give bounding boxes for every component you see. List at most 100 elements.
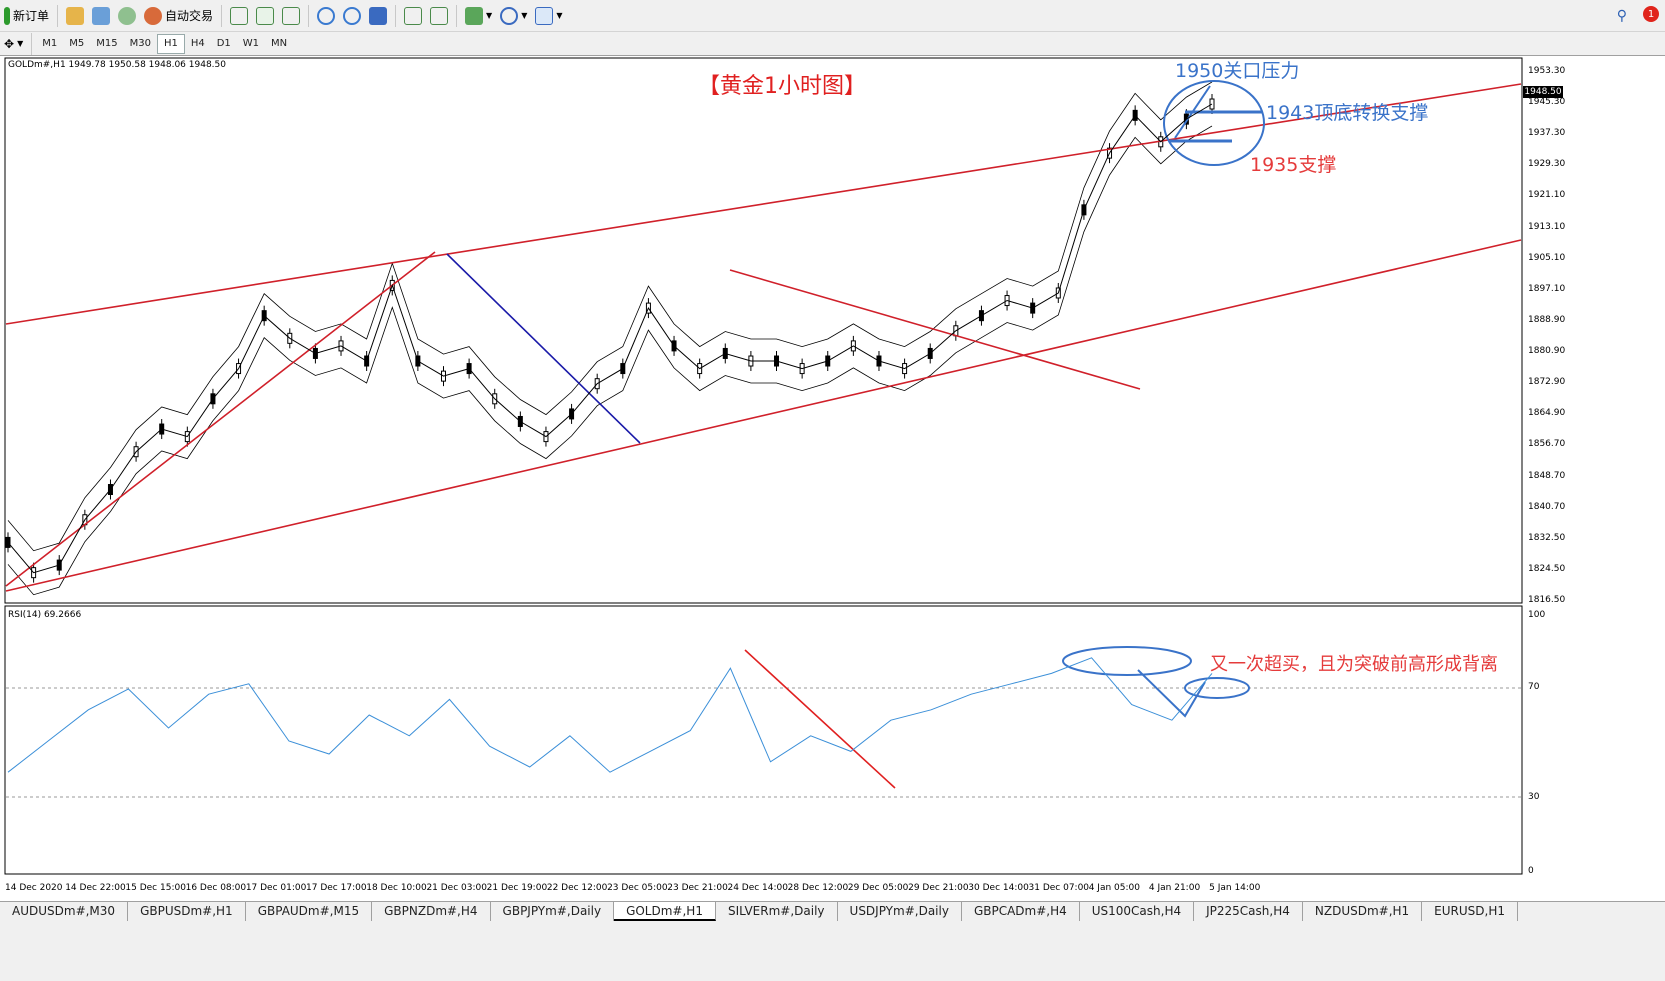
auto-trade-button[interactable]: 自动交易 — [140, 4, 217, 28]
chart-tab[interactable]: USDJPYm#,Daily — [838, 902, 962, 921]
price-tick-label: 1856.70 — [1528, 439, 1566, 450]
indicators-button[interactable]: ▼ — [461, 4, 496, 28]
indicators-icon — [465, 6, 484, 25]
time-tick-label: 29 Dec 21:00 — [908, 883, 969, 893]
autoscroll-icon — [430, 6, 449, 25]
main-toolbar: 新订单 自动交易 ▼ ▼ ▼ ⚲ 1 — [0, 0, 1665, 32]
annotation-1950: 1950关口压力 — [1175, 60, 1300, 82]
timeframe-m1-button[interactable]: M1 — [36, 34, 63, 54]
periods-button[interactable]: ▼ — [496, 4, 531, 28]
metaeditor-button[interactable] — [62, 4, 88, 28]
symbol-info: GOLDm#,H1 1949.78 1950.58 1948.06 1948.5… — [8, 60, 226, 70]
time-tick-label: 4 Jan 05:00 — [1088, 883, 1140, 893]
price-tick-label: 1848.70 — [1528, 470, 1566, 481]
chart-tab[interactable]: AUDUSDm#,M30 — [0, 902, 129, 921]
rsi-info: RSI(14) 69.2666 — [8, 610, 82, 620]
time-tick-label: 22 Dec 12:00 — [546, 883, 608, 893]
price-tick-label: 1864.90 — [1528, 408, 1566, 419]
time-tick-label: 30 Dec 14:00 — [968, 883, 1029, 893]
search-icon[interactable]: ⚲ — [1617, 8, 1627, 24]
time-tick-label: 28 Dec 12:00 — [787, 883, 849, 893]
timeframe-h1-button[interactable]: H1 — [156, 33, 185, 54]
chevron-down-icon: ▼ — [486, 11, 493, 20]
chart-tab[interactable]: SILVERm#,Daily — [716, 902, 838, 921]
mt4-window: 新订单 自动交易 ▼ ▼ ▼ ⚲ 1 ✥ ▼ M1 M5 M15 M30 H1 … — [0, 0, 1665, 981]
chevron-down-icon: ▼ — [17, 39, 24, 48]
time-tick-label: 21 Dec 03:00 — [426, 883, 487, 893]
auto-trade-label: 自动交易 — [165, 9, 214, 23]
bar-chart-button[interactable] — [226, 4, 252, 28]
zoom-in-button[interactable] — [313, 4, 339, 28]
timeframe-mn-button[interactable]: MN — [265, 34, 293, 54]
price-tick-label: 1929.30 — [1528, 159, 1566, 170]
zoom-in-icon — [317, 6, 336, 25]
templates-button[interactable]: ▼ — [531, 4, 566, 28]
chart-tab[interactable]: GBPJPYm#,Daily — [491, 902, 615, 921]
chart-tab[interactable]: GOLDm#,H1 — [614, 902, 716, 921]
toolbar-separator — [57, 4, 59, 27]
time-tick-label: 4 Jan 21:00 — [1148, 883, 1201, 893]
chart-window[interactable]: GOLDm#,H1 1949.78 1950.58 1948.06 1948.5… — [0, 56, 1665, 901]
candle-chart-button[interactable] — [252, 4, 278, 28]
tile-windows-button[interactable] — [365, 4, 391, 28]
time-tick-label: 17 Dec 17:00 — [306, 883, 367, 893]
price-tick-label: 1880.90 — [1528, 346, 1566, 357]
chart-tabs: AUDUSDm#,M30 GBPUSDm#,H1 GBPAUDm#,M15 GBPNZ… — [0, 901, 1665, 921]
new-order-button[interactable]: 新订单 — [0, 4, 53, 28]
chart-shift-icon — [404, 6, 423, 25]
time-tick-label: 23 Dec 05:00 — [607, 883, 668, 893]
price-tick-label: 1953.30 — [1528, 66, 1566, 76]
toolbar-separator — [31, 32, 33, 55]
price-tick-label: 1921.10 — [1528, 190, 1566, 201]
line-chart-button[interactable] — [278, 4, 304, 28]
bar-chart-icon — [230, 6, 249, 25]
alert-badge[interactable]: 1 — [1643, 6, 1659, 22]
draw-tools-button[interactable]: ✥ ▼ — [0, 32, 27, 56]
time-tick-label: 14 Dec 2020 — [5, 883, 63, 893]
chart-tab[interactable]: NZDUSDm#,H1 — [1303, 902, 1423, 921]
chart-tab[interactable]: GBPAUDm#,M15 — [246, 902, 373, 921]
chart-tab[interactable]: US100Cash,H4 — [1080, 902, 1195, 921]
time-tick-label: 18 Dec 10:00 — [366, 883, 427, 893]
chevron-down-icon: ▼ — [521, 11, 528, 20]
clock-icon — [500, 6, 519, 25]
navigator-icon — [92, 6, 111, 25]
status-bar — [0, 921, 1665, 981]
timeframe-m30-button[interactable]: M30 — [124, 34, 157, 54]
price-tick-label: 1832.50 — [1528, 532, 1566, 543]
rsi-tick-label: 100 — [1528, 610, 1546, 620]
templates-icon — [535, 6, 554, 25]
terminal-button[interactable] — [114, 4, 140, 28]
candle-chart-icon — [256, 6, 275, 25]
cursor-icon: ✥ — [4, 36, 15, 51]
rsi-frame — [4, 605, 1523, 875]
time-tick-label: 24 Dec 14:00 — [727, 883, 788, 893]
toolbar-separator — [308, 4, 310, 27]
zoom-out-button[interactable] — [339, 4, 365, 28]
timeframe-m15-button[interactable]: M15 — [90, 34, 123, 54]
annotation-rsi: 又一次超买，且为突破前高形成背离 — [1210, 654, 1498, 675]
chevron-down-icon: ▼ — [556, 11, 563, 20]
annotation-1943: 1943顶底转换支撑 — [1266, 102, 1429, 124]
toolbar-separator — [221, 4, 223, 27]
chart-tab[interactable]: EURUSD,H1 — [1422, 902, 1518, 921]
timeframe-d1-button[interactable]: D1 — [211, 34, 237, 54]
price-tick-label: 1913.10 — [1528, 221, 1566, 232]
autoscroll-button[interactable] — [426, 4, 452, 28]
navigator-button[interactable] — [88, 4, 114, 28]
chart-tab[interactable]: JP225Cash,H4 — [1194, 902, 1303, 921]
toolbar-separator — [456, 4, 458, 27]
chart-tab[interactable]: GBPCADm#,H4 — [962, 902, 1080, 921]
timeframe-m5-button[interactable]: M5 — [63, 34, 90, 54]
chart-canvas[interactable] — [0, 56, 1665, 901]
price-tick-label: 1897.10 — [1528, 283, 1566, 294]
price-tick-label: 1937.30 — [1528, 128, 1566, 139]
chart-tab[interactable]: GBPUSDm#,H1 — [128, 902, 246, 921]
chart-tab[interactable]: GBPNZDm#,H4 — [372, 902, 491, 921]
price-tick-label: 1888.90 — [1528, 314, 1566, 325]
time-tick-label: 31 Dec 07:00 — [1028, 883, 1090, 893]
chart-shift-button[interactable] — [400, 4, 426, 28]
time-tick-label: 17 Dec 01:00 — [245, 883, 307, 893]
timeframe-w1-button[interactable]: W1 — [237, 34, 265, 54]
timeframe-h4-button[interactable]: H4 — [185, 34, 211, 54]
